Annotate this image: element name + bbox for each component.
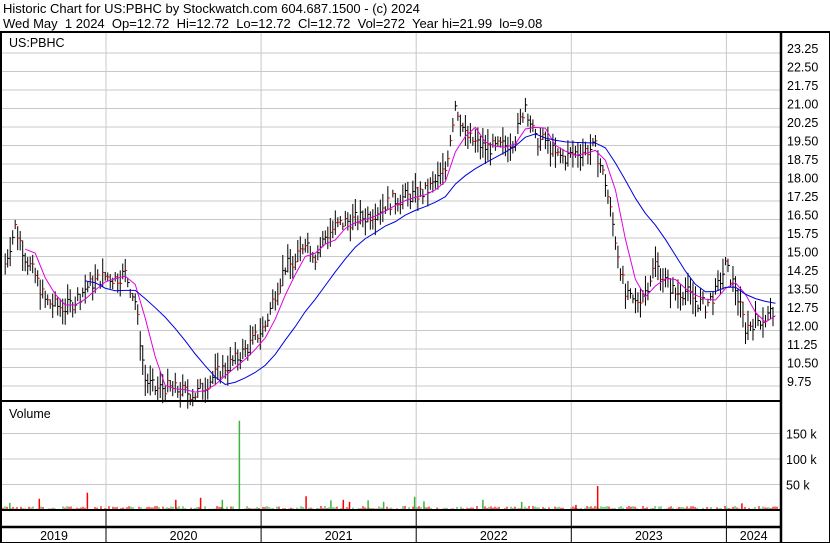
price-tick-label: 18.75 — [787, 153, 818, 167]
price-tick-label: 12.75 — [787, 301, 818, 315]
price-tick-label: 19.50 — [787, 135, 818, 149]
volume-tick-label: 50 k — [786, 479, 810, 493]
price-tick-label: 10.50 — [787, 357, 818, 371]
year-label: 2020 — [170, 529, 198, 543]
price-tick-label: 9.75 — [787, 375, 811, 389]
price-tick-label: 11.25 — [787, 338, 817, 352]
price-tick-label: 21.00 — [787, 98, 818, 112]
price-tick-label: 15.00 — [787, 246, 818, 260]
price-tick-label: 17.25 — [787, 190, 818, 204]
year-label: 2019 — [40, 529, 68, 543]
symbol-label: US:PBHC — [9, 36, 65, 50]
price-tick-label: 13.50 — [787, 283, 818, 297]
year-label: 2022 — [480, 529, 508, 543]
price-tick-label: 15.75 — [787, 227, 818, 241]
price-tick-label: 22.50 — [787, 61, 818, 75]
price-tick-label: 23.25 — [787, 42, 818, 56]
year-label: 2023 — [635, 529, 663, 543]
price-tick-label: 12.00 — [787, 320, 818, 334]
year-label: 2024 — [740, 529, 768, 543]
price-tick-label: 16.50 — [787, 209, 818, 223]
price-tick-label: 21.75 — [787, 79, 818, 93]
volume-tick-label: 100 k — [786, 453, 817, 467]
moving-average-line — [85, 133, 776, 385]
volume-label: Volume — [9, 407, 51, 421]
year-label: 2021 — [325, 529, 353, 543]
price-tick-label: 20.25 — [787, 116, 818, 130]
volume-tick-label: 150 k — [786, 428, 817, 442]
moving-average-line — [25, 126, 776, 393]
price-tick-label: 14.25 — [787, 264, 818, 278]
stock-chart: 23.25 22.50 21.75 21.00 20.25 19.50 18.75 18.00… — [0, 31, 830, 543]
price-tick-label: 18.00 — [787, 172, 818, 186]
